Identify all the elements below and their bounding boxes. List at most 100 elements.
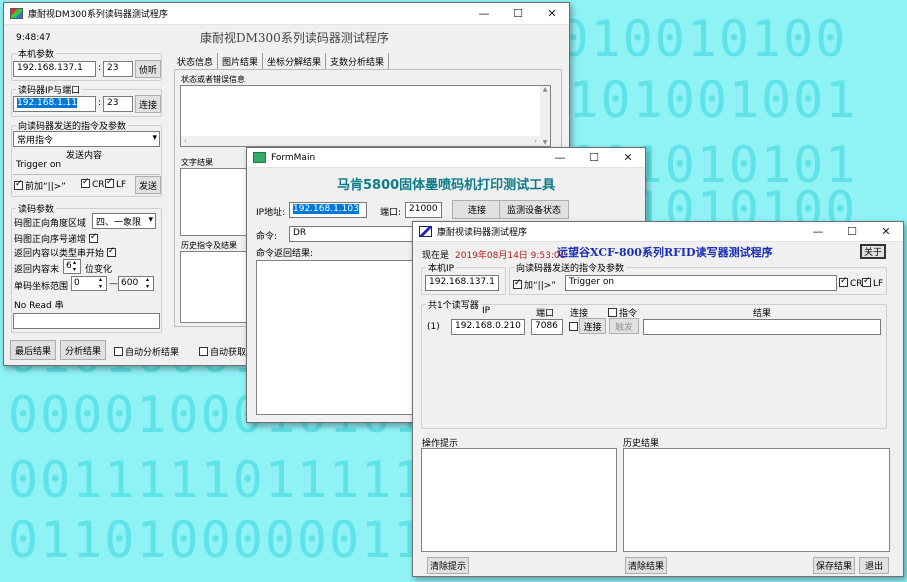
- prefix-option[interactable]: 前加“||>”: [14, 179, 66, 192]
- group-title: 本机IP: [426, 261, 457, 274]
- title-bar[interactable]: 康耐视读码器测试程序 — ☐ ✕: [413, 222, 903, 242]
- row-port-input[interactable]: 7086: [531, 319, 563, 335]
- ip-input[interactable]: 192.168.1.103: [289, 202, 367, 218]
- history-label: 历史指令及结果: [181, 241, 237, 250]
- group-title: 读码器IP与端口: [16, 83, 83, 96]
- title-bar[interactable]: 康耐视DM300系列读码器测试程序 — ☐ ✕: [4, 3, 569, 25]
- prefix-option[interactable]: 加“||>”: [513, 278, 556, 291]
- return-label: 命令返回结果:: [256, 249, 314, 259]
- noread-label: No Read 串: [14, 301, 64, 311]
- range-label: 单码坐标范围: [14, 282, 69, 292]
- group-title: 本机参数: [16, 47, 57, 60]
- text-result-textarea[interactable]: [180, 168, 254, 236]
- clear-result-button[interactable]: 清除结果: [625, 557, 667, 574]
- cr-option[interactable]: CR: [81, 177, 105, 190]
- maximize-button[interactable]: ☐: [577, 148, 611, 167]
- close-button[interactable]: ✕: [535, 3, 569, 24]
- lf-option[interactable]: LF: [105, 177, 126, 190]
- tab-images[interactable]: 图片结果: [218, 53, 264, 70]
- range-min-spinner[interactable]: 0: [71, 276, 107, 291]
- title-bar[interactable]: FormMain — ☐ ✕: [247, 148, 645, 168]
- noread-input[interactable]: [13, 313, 160, 329]
- group-title: 向读码器发送的指令及参数: [514, 261, 627, 274]
- command-select[interactable]: 常用指令: [13, 131, 160, 147]
- type-start-option[interactable]: 返回内容以类型串开始: [14, 246, 118, 259]
- about-button[interactable]: 关于: [860, 244, 886, 259]
- maximize-button[interactable]: ☐: [501, 3, 535, 24]
- maximize-button[interactable]: ☐: [835, 222, 869, 241]
- auto-get-option[interactable]: 自动获取: [199, 345, 246, 358]
- send-button[interactable]: 发送: [135, 176, 161, 194]
- connect-button[interactable]: 连接: [452, 200, 502, 219]
- binary-row: 0011111011111: [8, 451, 426, 509]
- row-connect-button[interactable]: 连接: [579, 318, 606, 334]
- col-port: 端口: [536, 309, 555, 319]
- send-content-input[interactable]: Trigger on: [13, 159, 160, 175]
- tail-label: 返回内容末: [14, 265, 60, 275]
- op-hint-textarea[interactable]: [421, 448, 617, 552]
- cmd-input[interactable]: DR: [289, 226, 419, 242]
- close-button[interactable]: ✕: [611, 148, 645, 167]
- status-box-label: 状态或者错误信息: [181, 75, 245, 84]
- listen-button[interactable]: 侦听: [135, 60, 161, 78]
- range-dash: —: [109, 279, 118, 289]
- col-result: 结果: [753, 309, 772, 319]
- status-textarea[interactable]: ▲ ▼ ‹ ›: [180, 85, 551, 147]
- tab-status[interactable]: 状态信息: [173, 53, 219, 70]
- tail-suffix: 位变化: [85, 265, 113, 275]
- minimize-button[interactable]: —: [801, 222, 835, 241]
- port-label: 端口:: [380, 208, 402, 218]
- now-label: 现在是: [422, 251, 450, 261]
- angle-label: 码图正向角度区域: [14, 219, 87, 229]
- ascend-option[interactable]: 码图正向序号递增: [14, 232, 100, 245]
- text-result-label: 文字结果: [181, 158, 213, 167]
- save-result-button[interactable]: 保存结果: [813, 557, 855, 574]
- analyze-button[interactable]: 分析结果: [60, 340, 106, 360]
- page-title: 马肯5800固体墨喷码机打印测试工具: [337, 178, 556, 193]
- window-title: 康耐视DM300系列读码器测试程序: [28, 10, 168, 20]
- app-icon: [419, 226, 432, 237]
- connect-button[interactable]: 连接: [135, 95, 161, 113]
- auto-analyze-option[interactable]: 自动分析结果: [114, 345, 179, 358]
- ip-label: IP地址:: [256, 208, 286, 218]
- app-icon: [253, 152, 266, 163]
- angle-select[interactable]: 四、一象限: [92, 213, 156, 229]
- history-textarea[interactable]: [180, 251, 254, 323]
- window-title: 康耐视读码器测试程序: [437, 228, 528, 238]
- local-ip-input[interactable]: 192.168.137.1: [13, 61, 96, 77]
- cr-option[interactable]: CR: [839, 276, 863, 289]
- cmd-label: 命令:: [256, 232, 278, 242]
- port-input[interactable]: 21000: [405, 202, 442, 218]
- window-title: FormMain: [271, 152, 316, 163]
- lf-option[interactable]: LF: [862, 276, 883, 289]
- group-title: 读码参数: [16, 202, 57, 215]
- last-result-button[interactable]: 最后结果: [10, 340, 56, 360]
- page-title: 康耐视DM300系列读码器测试程序: [200, 31, 389, 45]
- monitor-button[interactable]: 监测设备状态: [499, 200, 569, 219]
- app-icon: [10, 8, 23, 19]
- rfid-window: 康耐视读码器测试程序 — ☐ ✕ 现在是 2019年08月14日 9:53:01…: [412, 221, 904, 577]
- local-ip-input[interactable]: 192.168.137.1: [425, 275, 499, 291]
- row-index: (1): [427, 322, 440, 332]
- return-textarea[interactable]: [256, 260, 426, 415]
- row-ip-input[interactable]: 192.168.0.210: [451, 319, 525, 335]
- clock: 9:48:47: [16, 33, 51, 43]
- command-input[interactable]: Trigger on: [565, 275, 837, 291]
- tab-coords[interactable]: 坐标分解结果: [263, 53, 327, 70]
- tab-count[interactable]: 支数分析结果: [326, 53, 390, 70]
- clear-hint-button[interactable]: 清除提示: [427, 557, 469, 574]
- page-title: 远望谷XCF-800系列RFID读写器测试程序: [557, 246, 773, 259]
- minimize-button[interactable]: —: [467, 3, 501, 24]
- row-result-input[interactable]: [643, 319, 881, 335]
- tail-spinner[interactable]: 6: [63, 259, 81, 274]
- reader-port-input[interactable]: 23: [103, 96, 133, 112]
- range-max-spinner[interactable]: 600: [118, 276, 154, 291]
- row-trigger-button[interactable]: 触发: [609, 318, 639, 334]
- local-port-input[interactable]: 23: [103, 61, 133, 77]
- exit-button[interactable]: 退出: [859, 557, 889, 574]
- history-textarea[interactable]: [623, 448, 890, 552]
- tab-strip: 状态信息 图片结果 坐标分解结果 支数分析结果: [173, 53, 390, 70]
- reader-ip-input[interactable]: 192.168.1.11: [13, 96, 96, 112]
- minimize-button[interactable]: —: [543, 148, 577, 167]
- close-button[interactable]: ✕: [869, 222, 903, 241]
